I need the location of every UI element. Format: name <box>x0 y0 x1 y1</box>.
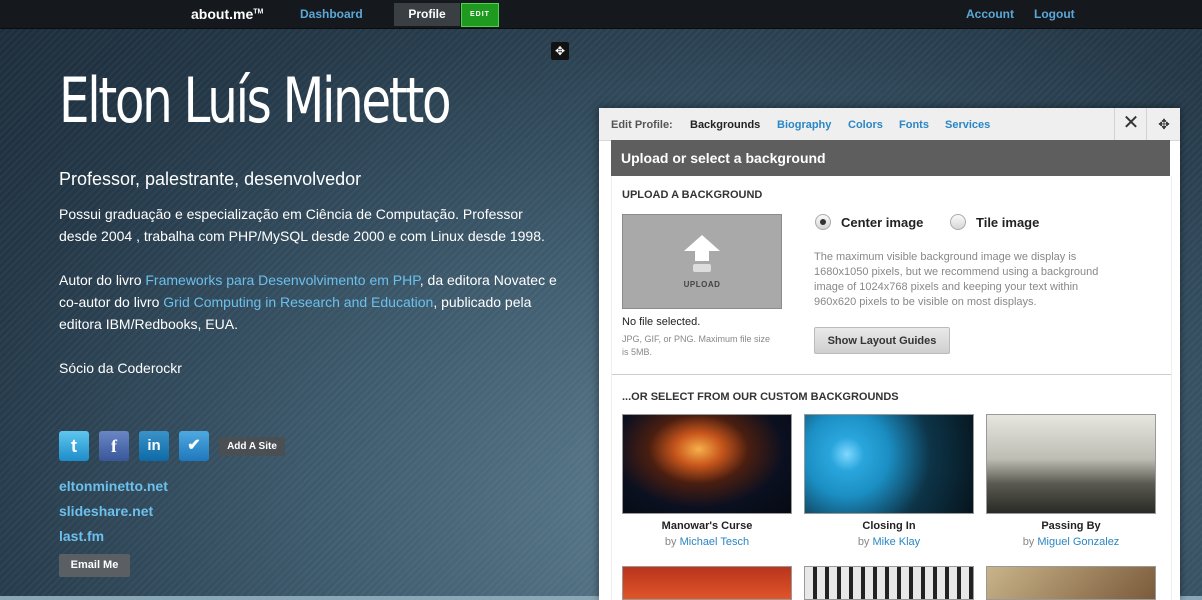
upload-dropzone[interactable]: UPLOAD <box>622 214 782 309</box>
tabs-label: Edit Profile: <box>611 119 673 131</box>
about-me-logo[interactable]: about.meTM <box>191 6 263 22</box>
file-hint: JPG, GIF, or PNG. Maximum file size is 5… <box>622 334 771 357</box>
linkedin-icon[interactable]: in <box>139 431 169 461</box>
background-title: Manowar's Curse <box>661 520 753 532</box>
background-author-link[interactable]: Michael Tesch <box>680 536 750 548</box>
upload-tray-icon <box>693 264 711 272</box>
move-icon[interactable]: ✥ <box>1146 108 1181 140</box>
nav-edit-button[interactable]: EDIT <box>461 3 499 27</box>
bio-paragraph-2: Autor do livro Frameworks para Desenvolv… <box>59 269 559 335</box>
file-status: No file selected. <box>622 316 701 328</box>
profile-headline: Professor, palestrante, desenvolvedor <box>59 169 362 189</box>
by-label: by <box>1022 536 1035 548</box>
center-image-radio[interactable] <box>815 214 831 230</box>
tab-biography[interactable]: Biography <box>777 119 831 131</box>
background-thumbnail[interactable] <box>804 566 974 600</box>
background-thumbnail[interactable] <box>804 414 974 514</box>
book-link-grid[interactable]: Grid Computing in Research and Education <box>163 294 433 310</box>
facebook-icon[interactable]: f <box>99 431 129 461</box>
background-credit: by Michael Tesch <box>622 536 792 548</box>
background-option[interactable]: Closing In by Mike Klay <box>804 414 974 548</box>
background-thumbnail[interactable] <box>622 414 792 514</box>
background-thumbnail[interactable] <box>986 566 1156 600</box>
custom-backgrounds-heading: ...OR SELECT FROM OUR CUSTOM BACKGROUNDS <box>622 391 899 403</box>
background-title: Closing In <box>862 520 916 532</box>
tab-fonts[interactable]: Fonts <box>899 119 929 131</box>
background-author-link[interactable]: Mike Klay <box>873 536 921 548</box>
bio-paragraph-1: Possui graduação e especialização em Ciê… <box>59 206 545 244</box>
background-thumbnail[interactable] <box>622 566 792 600</box>
upload-heading: UPLOAD A BACKGROUND <box>622 189 763 201</box>
background-option[interactable]: Passing By by Miguel Gonzalez <box>986 414 1156 548</box>
by-label: by <box>857 536 870 548</box>
upload-arrow-stem <box>695 251 709 261</box>
background-title: Passing By <box>1041 520 1101 532</box>
upload-arrow-icon <box>684 235 720 251</box>
tab-services[interactable]: Services <box>945 119 990 131</box>
twitter-icon[interactable]: t <box>59 431 89 461</box>
foursquare-icon[interactable]: ✔ <box>179 431 209 461</box>
profile-bio: Possui graduação e especialização em Ciê… <box>59 203 559 401</box>
close-icon[interactable]: ✕ <box>1114 108 1147 140</box>
section-divider <box>612 374 1171 375</box>
tab-backgrounds[interactable]: Backgrounds <box>690 119 760 131</box>
background-option[interactable]: Manowar's Curse by Michael Tesch <box>622 414 792 548</box>
bio-paragraph-3: Sócio da Coderockr <box>59 360 182 376</box>
top-nav-bar: about.meTM Dashboard Profile EDIT Accoun… <box>0 0 1202 29</box>
background-author-link[interactable]: Miguel Gonzalez <box>1037 536 1119 548</box>
bio-text: Autor do livro <box>59 272 146 288</box>
tile-image-label[interactable]: Tile image <box>976 215 1039 230</box>
nav-profile-tab[interactable]: Profile <box>394 3 460 26</box>
nav-logout-link[interactable]: Logout <box>1034 7 1075 21</box>
background-credit: by Mike Klay <box>804 536 974 548</box>
edit-profile-panel: Edit Profile: Backgrounds Biography Colo… <box>599 108 1180 600</box>
book-link-frameworks[interactable]: Frameworks para Desenvolvimento em PHP <box>145 272 419 288</box>
background-credit: by Miguel Gonzalez <box>986 536 1156 548</box>
link-slideshare[interactable]: slideshare.net <box>59 503 153 519</box>
by-label: by <box>664 536 677 548</box>
add-site-button[interactable]: Add A Site <box>219 437 285 456</box>
link-lastfm[interactable]: last.fm <box>59 528 104 544</box>
link-eltonminetto[interactable]: eltonminetto.net <box>59 478 168 494</box>
background-size-info: The maximum visible background image we … <box>814 251 1099 308</box>
tile-image-radio[interactable] <box>950 214 966 230</box>
upload-label: UPLOAD <box>683 280 721 289</box>
tab-colors[interactable]: Colors <box>848 119 883 131</box>
nav-dashboard-link[interactable]: Dashboard <box>300 7 363 21</box>
edit-profile-tabs: Edit Profile: Backgrounds Biography Colo… <box>599 108 1180 141</box>
center-image-label[interactable]: Center image <box>841 215 923 230</box>
email-me-button[interactable]: Email Me <box>59 554 130 577</box>
move-handle-icon[interactable]: ✥ <box>551 42 569 60</box>
backgrounds-body: UPLOAD A BACKGROUND UPLOAD No file selec… <box>611 176 1172 600</box>
nav-account-link[interactable]: Account <box>966 7 1014 21</box>
profile-name: Elton Luís Minetto <box>59 64 452 137</box>
background-thumbnail[interactable] <box>986 414 1156 514</box>
section-title: Upload or select a background <box>611 140 1170 176</box>
show-layout-guides-button[interactable]: Show Layout Guides <box>814 327 950 354</box>
